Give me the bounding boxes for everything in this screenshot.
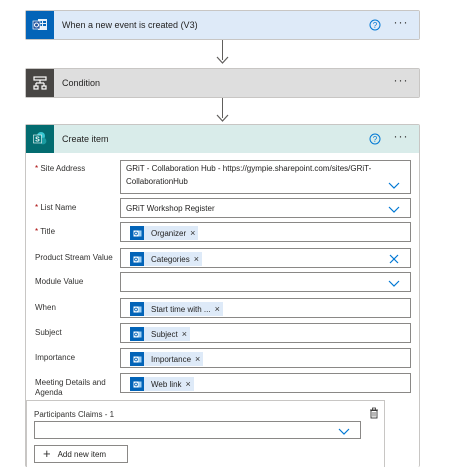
module-value-dropdown[interactable] (120, 272, 411, 292)
importance-field[interactable]: Importance × (120, 348, 411, 368)
help-icon[interactable]: ? (369, 133, 381, 145)
chevron-down-icon[interactable] (388, 179, 400, 191)
when-label: When (35, 303, 56, 312)
meeting-details-label-line1: Meeting Details and (35, 378, 106, 387)
outlook-icon (26, 11, 54, 39)
importance-label: Importance (35, 353, 76, 362)
remove-token-icon[interactable]: × (190, 228, 195, 238)
svg-text:S: S (35, 137, 40, 144)
subject-field[interactable]: Subject × (120, 323, 411, 343)
remove-token-icon[interactable]: × (186, 379, 191, 389)
condition-title: Condition (62, 78, 101, 88)
create-item-title: Create item (62, 134, 109, 144)
product-stream-label: Product Stream Value (35, 253, 113, 262)
create-item-card-header[interactable]: S Create item ? ··· (26, 125, 419, 153)
token-label: Subject (151, 329, 178, 339)
arrow-down-icon (216, 114, 229, 122)
condition-icon (26, 69, 54, 97)
required-mark: * (35, 164, 39, 173)
title-label-text: Title (40, 227, 56, 236)
sharepoint-icon: S (26, 125, 54, 153)
dynamic-content-token[interactable]: Web link × (130, 377, 194, 391)
title-label: * Title (35, 227, 120, 237)
chevron-down-icon[interactable] (388, 277, 400, 289)
outlook-icon (130, 327, 144, 341)
product-stream-field[interactable]: Categories × (120, 248, 411, 268)
list-name-label: * List Name (35, 203, 120, 213)
site-address-label-text: Site Address (40, 164, 86, 173)
title-field[interactable]: Organizer × (120, 222, 411, 242)
token-label: Organizer (151, 228, 187, 238)
list-name-label-text: List Name (40, 203, 77, 212)
remove-token-icon[interactable]: × (182, 329, 187, 339)
dynamic-content-token[interactable]: Subject × (130, 327, 190, 341)
token-label: Web link (151, 379, 182, 389)
add-new-item-label: Add new item (57, 449, 107, 459)
dynamic-content-token[interactable]: Categories × (130, 252, 202, 266)
plus-icon: + (43, 446, 51, 461)
remove-token-icon[interactable]: × (194, 254, 199, 264)
arrow-down-icon (216, 56, 229, 64)
required-mark: * (35, 227, 39, 236)
delete-item-icon[interactable] (368, 407, 380, 419)
when-field[interactable]: Start time with ... × (120, 298, 411, 318)
module-value-label: Module Value (35, 277, 84, 286)
meeting-details-label: Meeting Details and Agenda (35, 378, 120, 398)
svg-text:?: ? (373, 21, 378, 30)
outlook-icon (130, 252, 144, 266)
list-name-dropdown[interactable]: GRiT Workshop Register (120, 198, 411, 218)
site-address-value-line1: GRiT - Collaboration Hub - https://gympi… (126, 164, 372, 173)
site-address-dropdown[interactable]: GRiT - Collaboration Hub - https://gympi… (120, 160, 411, 194)
remove-token-icon[interactable]: × (215, 304, 220, 314)
participants-dropdown[interactable] (34, 421, 361, 439)
dynamic-content-token[interactable]: Importance × (130, 352, 204, 366)
trigger-card-header[interactable]: When a new event is created (V3) ? ··· (26, 11, 419, 39)
meeting-details-field[interactable]: Web link × (120, 373, 411, 393)
outlook-icon (130, 377, 144, 391)
outlook-icon (130, 302, 144, 316)
participants-array: Participants Claims - 1 + Add new item (26, 400, 385, 467)
required-mark: * (35, 203, 39, 212)
more-options-button[interactable]: ··· (391, 74, 411, 89)
more-options-button[interactable]: ··· (391, 16, 411, 31)
svg-text:?: ? (373, 135, 378, 144)
add-new-item-button[interactable]: + Add new item (34, 445, 128, 463)
site-address-value-line2: CollaborationHub (126, 177, 188, 186)
token-label: Importance (151, 354, 192, 364)
list-name-value: GRiT Workshop Register (126, 204, 215, 213)
meeting-details-label-line2: Agenda (35, 388, 63, 397)
help-icon[interactable]: ? (369, 19, 381, 31)
subject-label: Subject (35, 328, 62, 337)
more-options-button[interactable]: ··· (391, 130, 411, 145)
remove-token-icon[interactable]: × (195, 354, 200, 364)
dynamic-content-token[interactable]: Organizer × (130, 226, 199, 240)
site-address-label: * Site Address (35, 164, 120, 174)
chevron-down-icon[interactable] (338, 425, 350, 437)
clear-icon[interactable] (388, 253, 400, 265)
condition-card[interactable]: Condition ··· (25, 68, 420, 98)
token-label: Start time with ... (151, 304, 211, 314)
token-label: Categories (151, 254, 190, 264)
condition-card-header[interactable]: Condition ··· (26, 69, 419, 97)
outlook-icon (130, 226, 144, 240)
chevron-down-icon[interactable] (388, 203, 400, 215)
participants-label: Participants Claims - 1 (34, 410, 115, 419)
outlook-icon (130, 352, 144, 366)
trigger-title: When a new event is created (V3) (62, 20, 198, 30)
dynamic-content-token[interactable]: Start time with ... × (130, 302, 223, 316)
trigger-card[interactable]: When a new event is created (V3) ? ··· (25, 10, 420, 40)
